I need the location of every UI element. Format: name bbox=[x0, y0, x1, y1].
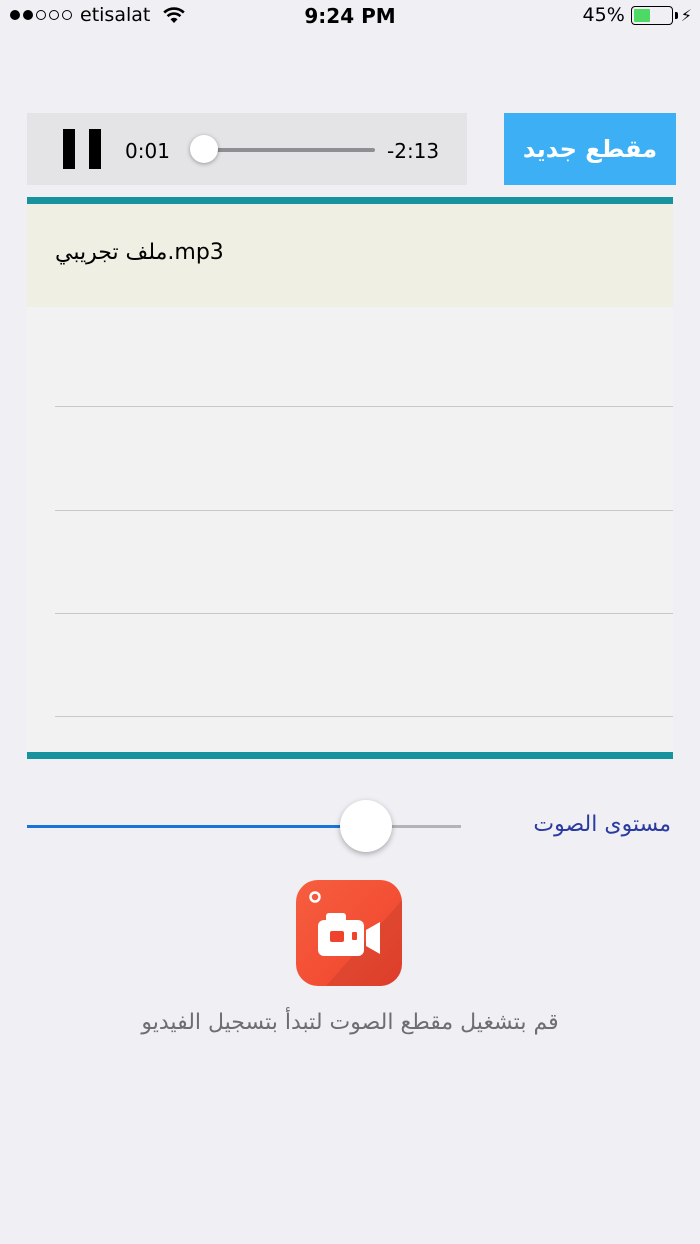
list-item[interactable] bbox=[27, 513, 673, 616]
pause-icon-bar bbox=[89, 129, 101, 169]
volume-label: مستوى الصوت bbox=[533, 812, 671, 837]
battery-icon bbox=[630, 5, 678, 25]
new-clip-button[interactable]: مقطع جديد bbox=[504, 113, 676, 185]
list-separator bbox=[55, 613, 673, 614]
list-separator bbox=[55, 406, 673, 407]
current-time: 0:01 bbox=[125, 139, 170, 163]
battery-group: 45% ⚡ bbox=[583, 4, 692, 26]
video-recorder-app-icon[interactable] bbox=[296, 880, 402, 986]
list-separator bbox=[55, 716, 673, 717]
remaining-time: -2:13 bbox=[387, 139, 440, 163]
video-camera-icon bbox=[309, 891, 402, 986]
status-bar: etisalat 9:24 PM 45% ⚡ bbox=[0, 0, 700, 34]
charging-bolt-icon: ⚡ bbox=[680, 5, 692, 25]
seek-thumb[interactable] bbox=[190, 135, 218, 163]
seek-track[interactable] bbox=[205, 148, 375, 152]
list-item[interactable]: ملف تجريبي.mp3 bbox=[27, 204, 673, 307]
list-item-label: ملف تجريبي.mp3 bbox=[55, 240, 224, 265]
pause-icon-bar bbox=[63, 129, 75, 169]
list-separator bbox=[55, 510, 673, 511]
audio-player: 0:01 -2:13 bbox=[27, 113, 467, 185]
audio-list: ملف تجريبي.mp3 bbox=[27, 197, 673, 759]
battery-tip bbox=[674, 11, 678, 19]
hint-text: قم بتشغيل مقطع الصوت لتبدأ بتسجيل الفيدي… bbox=[141, 1010, 559, 1035]
list-item[interactable] bbox=[27, 410, 673, 513]
list-item[interactable] bbox=[27, 616, 673, 719]
battery-percent: 45% bbox=[582, 4, 625, 26]
list-item[interactable] bbox=[27, 307, 673, 410]
battery-fill bbox=[633, 8, 650, 22]
volume-control: مستوى الصوت bbox=[27, 800, 677, 856]
volume-thumb[interactable] bbox=[340, 800, 392, 852]
volume-track-filled[interactable] bbox=[27, 825, 367, 828]
pause-button[interactable] bbox=[63, 129, 101, 169]
